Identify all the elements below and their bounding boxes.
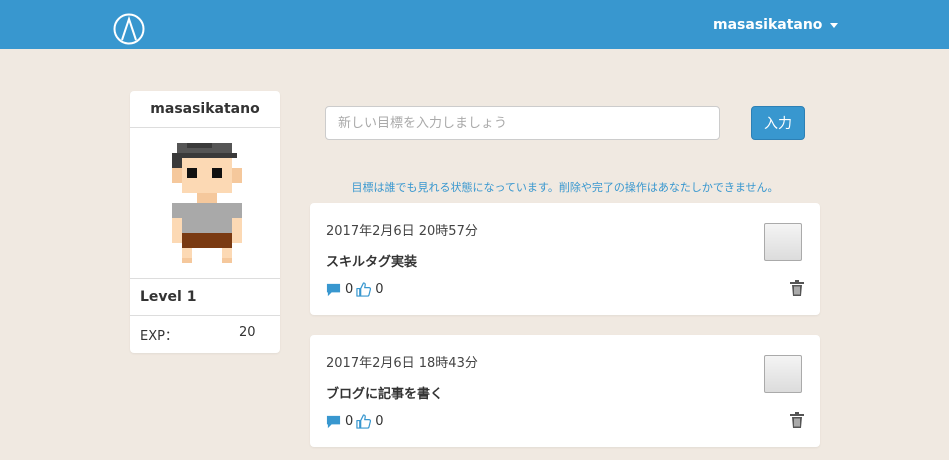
thumbs-up-icon[interactable]	[356, 281, 372, 297]
chevron-down-icon	[830, 22, 839, 28]
exp-label: EXP：	[140, 329, 178, 344]
like-count: 0	[375, 413, 384, 429]
goal-date: 2017年2月6日 18時43分	[326, 356, 478, 371]
goal-title: ブログに記事を書く	[326, 387, 444, 402]
trash-icon[interactable]	[790, 280, 804, 296]
thumbs-up-icon[interactable]	[356, 413, 372, 429]
like-count: 0	[375, 281, 384, 297]
goal-date: 2017年2月6日 20時57分	[326, 224, 478, 239]
user-menu-dropdown[interactable]: masasikatano	[713, 16, 839, 34]
goal-title: スキルタグ実装	[326, 255, 418, 270]
comment-icon[interactable]	[326, 414, 341, 429]
goal-stats: 0 0	[326, 281, 387, 297]
goal-stats: 0 0	[326, 413, 387, 429]
visibility-notice: 目標は誰でも見れる状態になっています。削除や完了の操作はあなたしかできません。	[351, 181, 779, 194]
comment-count: 0	[345, 413, 354, 429]
pixel-person-avatar-icon	[172, 143, 242, 263]
comment-count: 0	[345, 281, 354, 297]
submit-goal-button[interactable]: 入力	[751, 106, 805, 140]
goal-card: 2017年2月6日 18時43分 ブログに記事を書く 0 0	[310, 335, 820, 447]
mountain-circle-logo-icon[interactable]	[113, 13, 145, 45]
complete-checkbox[interactable]	[764, 355, 802, 393]
goal-card: 2017年2月6日 20時57分 スキルタグ実装 0 0	[310, 203, 820, 315]
profile-name: masasikatano	[130, 91, 280, 128]
exp-row: EXP： 20	[140, 325, 270, 344]
trash-icon[interactable]	[790, 412, 804, 428]
exp-value: 20	[239, 325, 256, 340]
level-indicator: Level 1	[130, 278, 280, 316]
profile-card: masasikatano Level 1 EXP： 20	[130, 91, 280, 353]
username-label: masasikatano	[713, 17, 823, 33]
complete-checkbox[interactable]	[764, 223, 802, 261]
goal-input[interactable]	[325, 106, 720, 140]
top-navbar: masasikatano	[0, 0, 949, 49]
comment-icon[interactable]	[326, 282, 341, 297]
